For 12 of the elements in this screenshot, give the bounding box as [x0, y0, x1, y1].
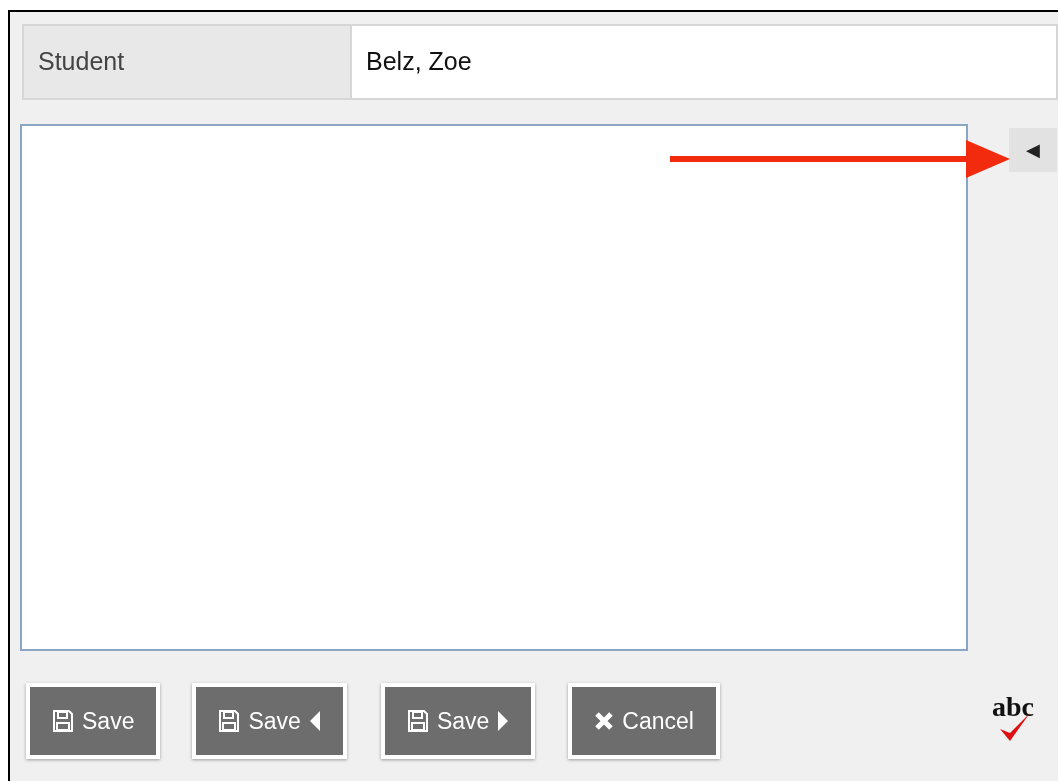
save-next-button[interactable]: Save: [380, 683, 536, 759]
close-icon: [594, 711, 615, 731]
spellcheck-button[interactable]: abc: [990, 693, 1050, 749]
right-triangle-icon: [497, 710, 510, 732]
left-triangle-icon: [308, 710, 321, 732]
save-previous-button[interactable]: Save: [192, 683, 347, 759]
student-name: Belz, Zoe: [352, 26, 1056, 98]
collapse-button[interactable]: ◀: [1009, 128, 1057, 172]
comment-field[interactable]: [20, 124, 968, 651]
cancel-button[interactable]: Cancel: [568, 683, 720, 759]
field-label: Student: [24, 26, 352, 98]
save-button[interactable]: Save: [26, 683, 161, 759]
